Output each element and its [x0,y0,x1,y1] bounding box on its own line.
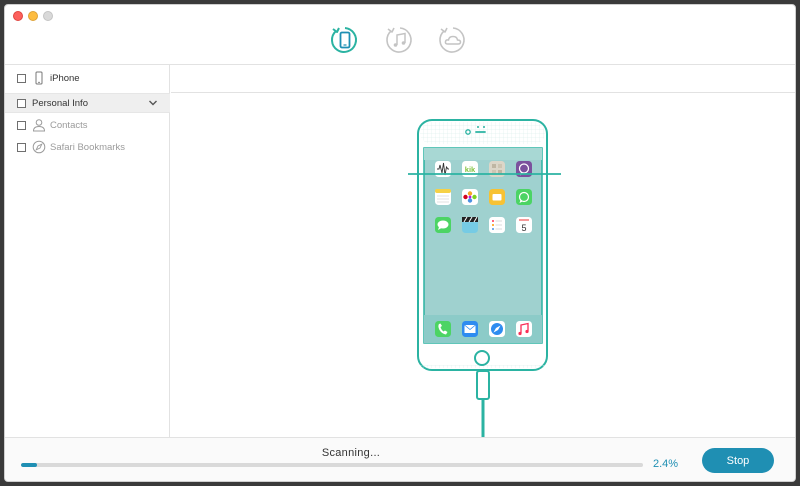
contacts-checkbox[interactable] [17,120,26,130]
whatsapp-icon [516,189,532,205]
safari-icon [489,321,505,337]
sidebar-group-label: Personal Info [32,97,88,109]
cloud-restore-icon[interactable] [438,25,468,55]
mail-icon [462,321,478,337]
scan-status-text: Scanning... [321,447,381,459]
phone-scan-illustration: kik 5 [408,119,561,437]
compass-icon [32,140,46,154]
scan-progress-fill [21,463,37,467]
sidebar-group-personal-info[interactable]: Personal Info [5,93,170,113]
sidebar-item-safari-bookmarks[interactable]: Safari Bookmarks [5,137,170,157]
calendar-icon: 5 [516,217,532,233]
iphone-icon [35,71,43,85]
phone-restore-icon[interactable] [330,25,360,55]
svg-text:5: 5 [521,223,526,233]
sidebar-item-label: Safari Bookmarks [50,141,125,153]
messages-icon [435,217,451,233]
notes-icon [435,189,451,205]
svg-text:kik: kik [465,165,476,174]
music-icon [516,321,532,337]
sidebar-item-contacts[interactable]: Contacts [5,115,170,135]
safari-bookmarks-checkbox[interactable] [17,142,26,152]
content-header [171,65,795,93]
photos-icon [462,189,478,205]
scan-progress-percent: 2.4% [653,458,679,470]
scan-progress-bar [21,463,643,467]
folder-icon [489,189,505,205]
stop-button[interactable]: Stop [702,448,774,473]
sidebar-item-label: Contacts [50,119,88,131]
sidebar-item-iphone[interactable]: iPhone [5,67,170,89]
person-icon [32,119,46,132]
app-window: iPhone Personal Info Contacts Safari Boo… [4,4,796,482]
mode-toolbar [5,5,795,65]
status-bar: Scanning... 2.4% Stop [5,437,795,481]
music-restore-icon[interactable] [385,25,415,55]
reminders-icon [489,217,505,233]
chevron-down-icon[interactable] [148,98,158,108]
phone-call-icon [435,321,451,337]
scan-stage: kik 5 [171,93,795,437]
personal-info-checkbox[interactable] [17,98,26,108]
sidebar-item-label: iPhone [50,72,80,84]
clapperboard-icon [462,216,478,233]
iphone-checkbox[interactable] [17,73,26,83]
sidebar: iPhone Personal Info Contacts Safari Boo… [5,65,170,437]
